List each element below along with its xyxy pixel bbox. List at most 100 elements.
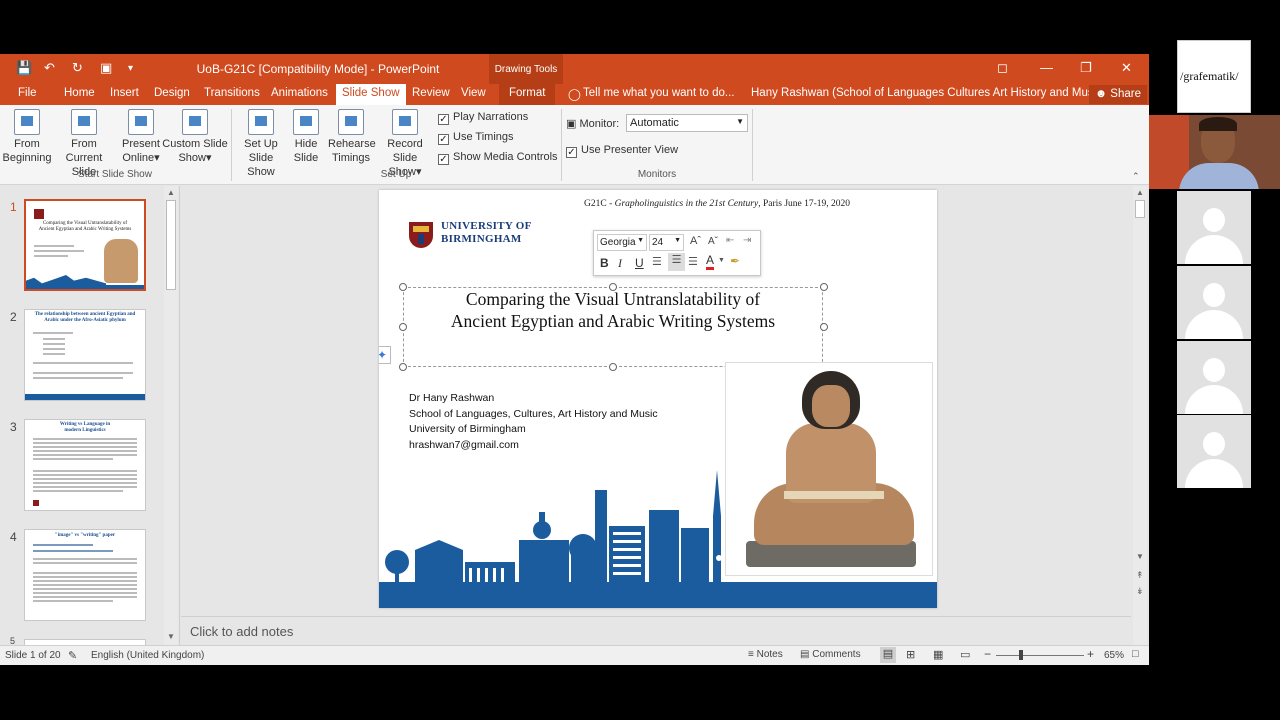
participant-tile[interactable] xyxy=(1177,191,1251,264)
thumbnail-text-line xyxy=(33,372,133,374)
scroll-up-icon[interactable]: ▲ xyxy=(167,188,175,197)
checkmark-icon: ✓ xyxy=(438,114,449,125)
close-icon[interactable]: ✕ xyxy=(1121,60,1132,76)
resize-handle[interactable] xyxy=(399,363,407,371)
author-block: Dr Hany Rashwan School of Languages, Cul… xyxy=(409,391,658,453)
show-media-controls-checkbox[interactable]: ✓ Show Media Controls xyxy=(438,151,558,165)
reading-view-icon[interactable]: ▦ xyxy=(933,648,943,661)
decrease-indent-icon[interactable]: ⇤ xyxy=(726,235,734,246)
previous-slide-icon[interactable]: ↟ xyxy=(1136,570,1144,581)
maximize-icon[interactable]: ❐ xyxy=(1080,60,1092,76)
increase-indent-icon[interactable]: ⇥ xyxy=(743,235,751,246)
slideshow-start-icon xyxy=(14,109,40,135)
scroll-down-icon[interactable]: ▼ xyxy=(1136,552,1144,561)
minimize-icon[interactable]: — xyxy=(1040,60,1053,75)
title-placeholder[interactable]: Comparing the Visual Untranslatability o… xyxy=(403,287,823,367)
font-size-dropdown[interactable]: 24 ▼ xyxy=(649,234,684,251)
monitor-dropdown[interactable]: Automatic ▼ xyxy=(626,114,748,132)
resize-handle[interactable] xyxy=(609,283,617,291)
align-center-icon[interactable]: ☰ xyxy=(668,253,685,271)
play-narrations-label: Play Narrations xyxy=(453,111,529,123)
align-right-icon[interactable]: ☰ xyxy=(688,255,698,268)
present-online-button[interactable]: Present Online▾ xyxy=(120,109,162,165)
scroll-up-icon[interactable]: ▲ xyxy=(1136,188,1144,197)
from-beginning-button[interactable]: From Beginning xyxy=(2,109,52,165)
scroll-thumb[interactable] xyxy=(166,200,176,290)
hide-slide-button[interactable]: Hide Slide xyxy=(290,109,322,165)
slide-scrollbar[interactable]: ▲ ▼ ↟ ↡ xyxy=(1133,186,1147,645)
tab-review[interactable]: Review xyxy=(412,87,450,99)
notes-pane[interactable]: Click to add notes xyxy=(181,616,1131,645)
author-name: Dr Hany Rashwan xyxy=(409,392,495,404)
participant-tile[interactable] xyxy=(1177,266,1251,339)
monitor-icon: ▣ xyxy=(566,118,580,130)
comments-toggle[interactable]: ▤ Comments xyxy=(800,649,861,660)
fit-to-window-icon[interactable]: □ xyxy=(1132,648,1139,660)
user-name[interactable]: Hany Rashwan (School of Languages Cultur… xyxy=(751,87,1106,99)
language-indicator[interactable]: English (United Kingdom) xyxy=(91,650,204,661)
resize-handle[interactable] xyxy=(399,323,407,331)
play-narrations-checkbox[interactable]: ✓ Play Narrations xyxy=(438,111,528,125)
share-button[interactable]: ☻ Share xyxy=(1089,85,1147,104)
resize-handle[interactable] xyxy=(820,323,828,331)
underline-button[interactable]: U xyxy=(635,256,644,270)
italic-button[interactable]: I xyxy=(618,256,622,271)
ribbon-display-icon[interactable]: ◻ xyxy=(997,60,1008,76)
presenter-video-tile[interactable] xyxy=(1149,115,1280,189)
tab-slide-show[interactable]: Slide Show xyxy=(336,84,406,105)
tab-insert[interactable]: Insert xyxy=(110,87,139,99)
format-painter-icon[interactable]: ✒ xyxy=(730,254,740,268)
tab-design[interactable]: Design xyxy=(154,87,190,99)
thumbnail-slide-3[interactable]: Writing vs Language in modern Linguistic… xyxy=(24,419,146,511)
thumbnail-slide-2[interactable]: The relationship between ancient Egyptia… xyxy=(24,309,146,401)
thumbnail-slide-1[interactable]: Comparing the Visual Untranslatability o… xyxy=(24,199,146,291)
resize-handle[interactable] xyxy=(820,283,828,291)
blue-band xyxy=(25,394,145,400)
custom-slide-show-button[interactable]: Custom Slide Show▾ xyxy=(162,109,228,165)
scroll-down-icon[interactable]: ▼ xyxy=(167,632,175,641)
participant-tile-grafematik[interactable]: /grafematik/ xyxy=(1177,40,1251,113)
scroll-thumb[interactable] xyxy=(1135,200,1145,218)
slide-show-view-icon[interactable]: ▭ xyxy=(960,648,970,661)
tell-me-box[interactable]: Tell me what you want to do... xyxy=(583,87,735,99)
use-presenter-view-checkbox[interactable]: ✓ Use Presenter View xyxy=(566,144,678,158)
zoom-slider[interactable] xyxy=(996,655,1084,656)
tab-file[interactable]: File xyxy=(18,87,37,99)
font-family-dropdown[interactable]: Georgia ▼ xyxy=(597,234,647,251)
resize-handle[interactable] xyxy=(399,283,407,291)
thumbnail-title: Comparing the Visual Untranslatability o… xyxy=(38,221,132,232)
participant-tile[interactable] xyxy=(1177,341,1251,414)
checkmark-icon: ✓ xyxy=(566,147,577,158)
spelling-check-icon[interactable]: ✎ xyxy=(68,649,77,662)
notes-toggle[interactable]: ≡ Notes xyxy=(748,649,783,660)
thumbnail-text-line xyxy=(43,353,65,355)
zoom-out-icon[interactable]: − xyxy=(984,647,991,661)
bold-button[interactable]: B xyxy=(600,256,609,270)
grow-font-icon[interactable]: Aˆ xyxy=(690,235,701,247)
layout-options-icon[interactable]: ✦ xyxy=(379,346,391,364)
tab-view[interactable]: View xyxy=(461,87,486,99)
tab-format[interactable]: Format xyxy=(499,84,556,105)
shrink-font-icon[interactable]: Aˇ xyxy=(708,236,718,247)
zoom-level[interactable]: 65% xyxy=(1104,650,1124,661)
resize-handle[interactable] xyxy=(609,363,617,371)
zoom-slider-thumb[interactable] xyxy=(1019,650,1023,660)
thumbnail-scrollbar[interactable]: ▲ ▼ xyxy=(164,186,178,645)
align-left-icon[interactable]: ☰ xyxy=(652,255,662,268)
crest-band xyxy=(413,226,429,232)
use-timings-checkbox[interactable]: ✓ Use Timings xyxy=(438,131,514,145)
next-slide-icon[interactable]: ↡ xyxy=(1136,586,1144,597)
zoom-in-icon[interactable]: + xyxy=(1087,647,1094,661)
tab-animations[interactable]: Animations xyxy=(271,87,328,99)
normal-view-icon[interactable]: ▤ xyxy=(880,647,896,663)
participant-tile[interactable] xyxy=(1177,415,1251,488)
font-color-icon[interactable]: A xyxy=(706,254,715,270)
thumbnail-slide-4[interactable]: "image" vs "writing" paper xyxy=(24,529,146,621)
chevron-down-icon[interactable]: ▼ xyxy=(718,257,725,264)
rehearse-timings-button[interactable]: Rehearse Timings xyxy=(328,109,376,165)
tab-home[interactable]: Home xyxy=(64,87,95,99)
slide-canvas[interactable]: G21C - Grapholinguistics in the 21st Cen… xyxy=(379,190,937,608)
tab-transitions[interactable]: Transitions xyxy=(204,87,260,99)
slide-sorter-icon[interactable]: ⊞ xyxy=(906,648,915,661)
collapse-ribbon-icon[interactable]: ⌃ xyxy=(1132,171,1140,182)
